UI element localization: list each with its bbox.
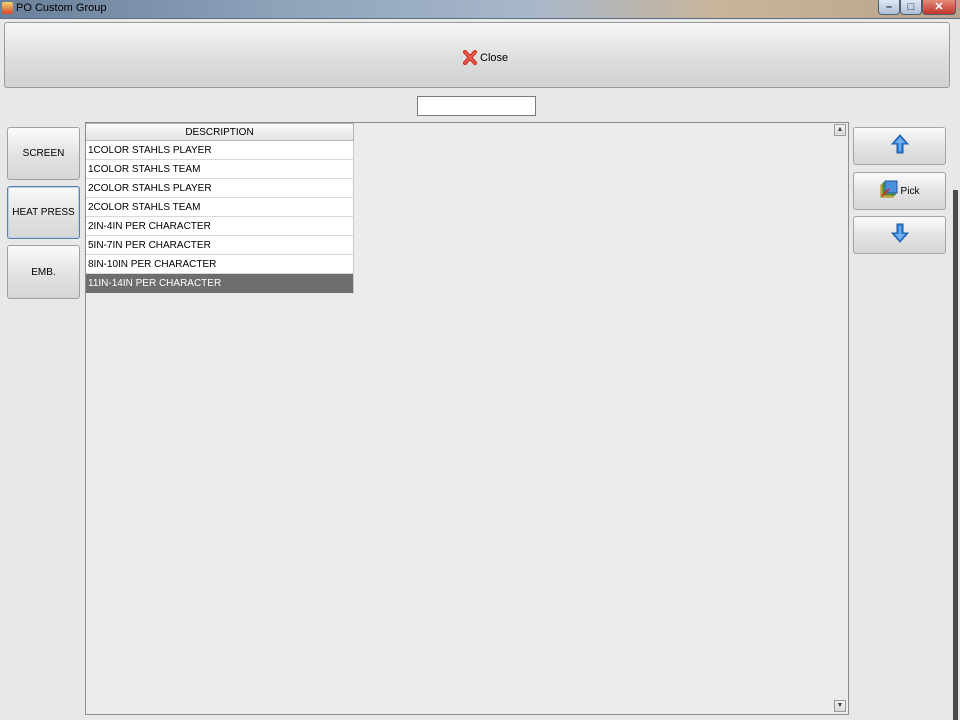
pick-button[interactable]: Pick [853, 172, 946, 210]
table-row[interactable]: 2COLOR STAHLS TEAM [86, 198, 354, 217]
red-x-icon [463, 50, 477, 66]
category-label: HEAT PRESS [12, 207, 75, 218]
pick-icon [880, 180, 898, 203]
scroll-down-icon[interactable]: ▼ [834, 700, 846, 712]
pick-label: Pick [900, 185, 920, 197]
title-bar: PO Custom Group – □ ✕ [0, 0, 960, 19]
close-label: Close [480, 52, 509, 64]
table-row[interactable]: 2COLOR STAHLS PLAYER [86, 179, 354, 198]
down-arrow-icon [890, 223, 909, 248]
close-button[interactable]: Close [463, 49, 508, 67]
search-input[interactable] [417, 96, 536, 116]
category-heat-press-button[interactable]: HEAT PRESS [7, 186, 80, 239]
category-label: EMB. [31, 266, 56, 278]
close-icon: ✕ [934, 1, 944, 13]
category-label: SCREEN [22, 148, 65, 159]
move-down-button[interactable] [853, 216, 946, 254]
category-screen-button[interactable]: SCREEN [7, 127, 80, 180]
move-up-button[interactable] [853, 127, 946, 165]
table-row[interactable]: 1COLOR STAHLS TEAM [86, 160, 354, 179]
category-emb-button[interactable]: EMB. [7, 245, 80, 299]
app-icon [2, 2, 13, 14]
table-row[interactable]: 1COLOR STAHLS PLAYER [86, 141, 354, 160]
table-row[interactable]: 2IN-4IN PER CHARACTER [86, 217, 354, 236]
up-arrow-icon [890, 133, 909, 159]
table-row[interactable]: 8IN-10IN PER CHARACTER [86, 255, 354, 274]
column-header-description[interactable]: DESCRIPTION [86, 123, 354, 141]
window-close-button[interactable]: ✕ [922, 0, 956, 15]
window-edge [953, 190, 958, 720]
maximize-icon: □ [907, 1, 915, 13]
top-toolbar: Close [4, 22, 950, 88]
description-grid: DESCRIPTION 1COLOR STAHLS PLAYER 1COLOR … [85, 122, 849, 715]
minimize-button[interactable]: – [878, 0, 900, 15]
table-row-selected[interactable]: 11IN-14IN PER CHARACTER [86, 274, 354, 293]
vertical-scrollbar[interactable]: ▲ ▼ [834, 123, 848, 714]
table-row[interactable]: 5IN-7IN PER CHARACTER [86, 236, 354, 255]
scroll-up-icon[interactable]: ▲ [834, 124, 846, 136]
maximize-button[interactable]: □ [900, 0, 922, 15]
window-title: PO Custom Group [16, 2, 107, 14]
minimize-icon: – [885, 1, 893, 13]
